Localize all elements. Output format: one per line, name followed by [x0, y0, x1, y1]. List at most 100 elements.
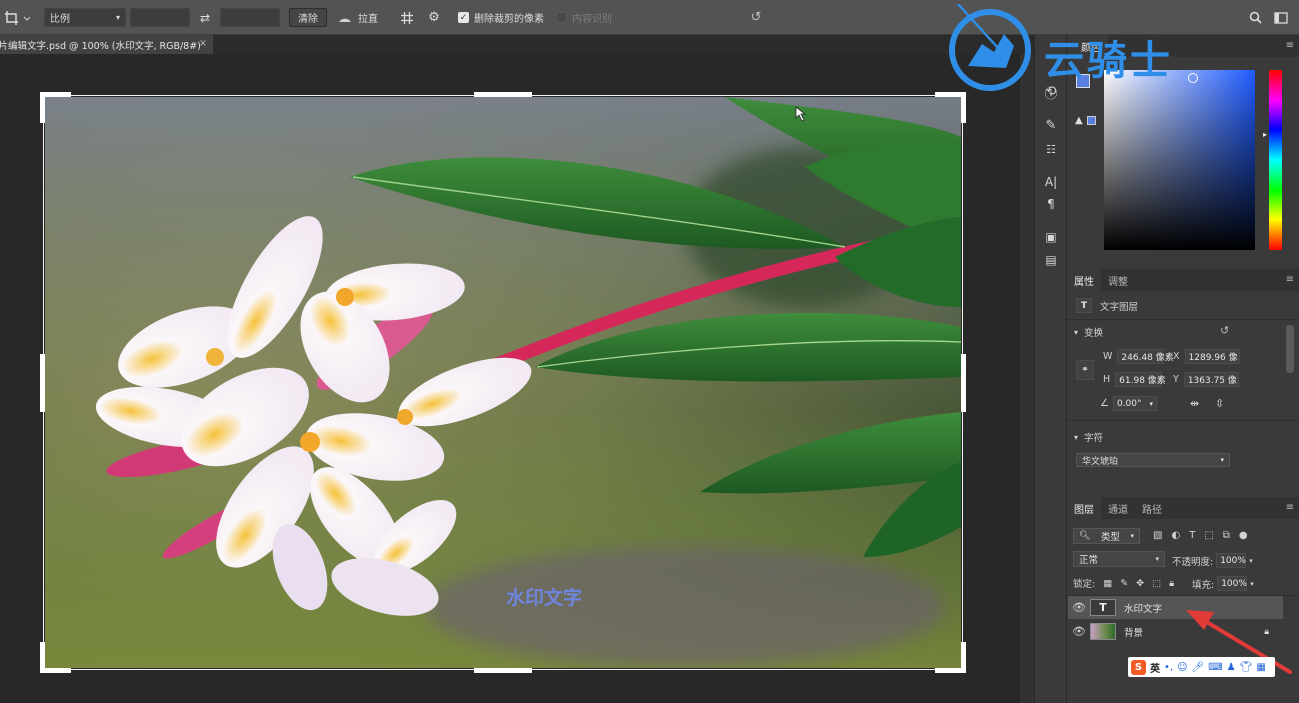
search-icon[interactable] — [1247, 8, 1263, 27]
microphone-icon[interactable]: 🎤︎ — [1192, 662, 1205, 673]
panel-scrollbar[interactable] — [1286, 325, 1294, 373]
angle-row: ∠ 0.00° ▾ — [1100, 396, 1157, 411]
font-family-value: 华文琥珀 — [1082, 456, 1119, 467]
content-aware-checkbox: 内容识别 — [556, 8, 626, 27]
link-icon[interactable]: ⚭ — [1076, 360, 1094, 380]
crop-frame[interactable] — [43, 95, 963, 670]
tab-adjustments[interactable]: 调整 — [1101, 269, 1135, 291]
angle-input[interactable]: 0.00° ▾ — [1112, 396, 1157, 411]
hue-slider-marker[interactable]: ▸ — [1263, 130, 1267, 139]
notes-icon[interactable]: ▤ — [1035, 250, 1067, 270]
fill-input[interactable]: 100% — [1217, 576, 1248, 591]
x-row: X 1289.96 像 — [1173, 349, 1240, 364]
tab-channels-label: 通道 — [1108, 504, 1128, 516]
crop-handle-top[interactable] — [474, 92, 532, 97]
toolbox-icon[interactable]: ▦ — [1256, 662, 1265, 673]
panel-menu-icon[interactable]: ≡ — [1286, 502, 1294, 513]
color-field[interactable] — [1104, 70, 1255, 250]
layer-filter-dropdown[interactable]: 🔍︎ 类型 ▾ — [1073, 528, 1140, 544]
ratio-width-input[interactable] — [130, 8, 190, 27]
shape-filter-icon[interactable]: ⬚ — [1204, 530, 1213, 541]
swap-icon[interactable]: ⇄ — [197, 8, 213, 27]
delete-cropped-checkbox[interactable]: ✓ 删除裁剪的像素 — [458, 8, 558, 27]
smart-object-filter-icon[interactable]: ⧉ — [1223, 530, 1230, 541]
adjustment-filter-icon[interactable]: ◐ — [1171, 530, 1180, 541]
lock-position-icon[interactable]: ✥ — [1136, 578, 1144, 589]
reset-icon[interactable]: ↺ — [748, 8, 764, 27]
crop-handle-top-right[interactable] — [935, 92, 966, 123]
character-section-header[interactable]: ▾ 字符 — [1074, 430, 1103, 445]
blend-mode-dropdown[interactable]: 正常 ▾ — [1073, 551, 1165, 567]
divider — [1067, 420, 1299, 421]
brush-icon[interactable]: ✎ — [1035, 115, 1067, 135]
tab-paths-label: 路径 — [1142, 504, 1162, 516]
x-label: X — [1173, 351, 1180, 362]
fill-row: 填充: 100% ▾ — [1192, 576, 1254, 591]
paragraph-icon[interactable]: ¶ — [1035, 194, 1067, 214]
watermark-logo: 云骑士 — [948, 3, 1248, 96]
panel-menu-icon[interactable]: ≡ — [1286, 40, 1294, 51]
tab-paths[interactable]: 路径 — [1135, 497, 1169, 519]
crop-handle-bottom[interactable] — [474, 668, 532, 673]
ratio-height-input[interactable] — [220, 8, 280, 27]
height-input[interactable]: 61.98 像素 — [1115, 372, 1166, 387]
crop-tool-icon[interactable] — [4, 8, 34, 27]
properties-panel-tabs: 属性 调整 ≡ — [1067, 269, 1299, 291]
chevron-down-icon[interactable]: ▾ — [1250, 580, 1254, 588]
chevron-down-icon: ▾ — [1155, 555, 1159, 563]
document-tab[interactable]: 图片编辑文字.psd @ 100% (水印文字, RGB/8#) × — [0, 35, 213, 54]
width-input[interactable]: 246.48 像素 — [1117, 349, 1174, 364]
tab-properties[interactable]: 属性 — [1067, 269, 1101, 291]
visibility-eye-icon[interactable]: 👁︎ — [1068, 601, 1090, 614]
canvas-scrollbar[interactable] — [1020, 54, 1034, 703]
crop-handle-bottom-left[interactable] — [40, 642, 71, 673]
lock-image-icon[interactable]: ✎ — [1120, 578, 1128, 589]
ratio-dropdown[interactable]: 比例 ▾ — [44, 8, 126, 27]
opacity-input[interactable]: 100% — [1216, 553, 1247, 568]
chevron-down-icon[interactable]: ▾ — [1249, 557, 1253, 565]
y-input[interactable]: 1363.75 像 — [1183, 372, 1239, 387]
transform-section-header[interactable]: ▾ 变换 — [1074, 325, 1103, 340]
sogou-logo-icon[interactable]: S — [1131, 659, 1146, 675]
ime-language-toggle[interactable]: 英 — [1150, 660, 1160, 675]
web-color-swatch[interactable] — [1087, 116, 1096, 125]
layers-panel-tabs: 图层 通道 路径 ≡ — [1067, 497, 1299, 519]
reset-transform-icon[interactable]: ↺ — [1220, 324, 1229, 337]
font-family-dropdown[interactable]: 华文琥珀 ▾ — [1076, 453, 1230, 467]
type-filter-icon[interactable]: T — [1189, 530, 1195, 541]
crop-handle-left[interactable] — [40, 354, 45, 412]
punctuation-icon[interactable]: •, — [1164, 662, 1173, 673]
grid-overlay-icon[interactable] — [399, 8, 415, 27]
lock-artboard-icon[interactable]: ⬚ — [1152, 578, 1161, 589]
x-input[interactable]: 1289.96 像 — [1184, 349, 1240, 364]
crop-handle-top-left[interactable] — [40, 92, 71, 123]
clear-button[interactable]: 清除 — [289, 8, 327, 27]
gear-icon[interactable]: ⚙ — [426, 8, 442, 27]
libraries-icon[interactable]: ▣ — [1035, 227, 1067, 247]
tab-channels[interactable]: 通道 — [1101, 497, 1135, 519]
tab-layers[interactable]: 图层 — [1067, 497, 1101, 519]
adjust-sliders-icon[interactable]: ☷ — [1035, 139, 1067, 159]
crop-handle-right[interactable] — [961, 354, 966, 412]
flip-horizontal-icon[interactable]: ⇹ — [1190, 397, 1199, 410]
close-icon[interactable]: × — [199, 38, 207, 49]
flip-vertical-icon[interactable]: ⇳ — [1215, 397, 1224, 410]
skin-icon[interactable]: 👕︎ — [1240, 662, 1253, 673]
filter-toggle-icon[interactable]: ● — [1239, 530, 1248, 541]
character-icon[interactable]: A| — [1035, 172, 1067, 192]
ratio-label: 比例 — [50, 14, 70, 25]
visibility-eye-icon[interactable]: 👁︎ — [1068, 625, 1090, 638]
lock-all-icon[interactable]: 🔒︎ — [1169, 578, 1174, 589]
layer-filter-icons: ▧ ◐ T ⬚ ⧉ ● — [1153, 530, 1248, 541]
keyboard-icon[interactable]: ⌨ — [1208, 662, 1222, 673]
straighten-button[interactable]: 拉直 — [337, 8, 385, 27]
workspace-icon[interactable] — [1270, 8, 1292, 27]
panel-menu-icon[interactable]: ≡ — [1286, 274, 1294, 285]
opacity-label: 不透明度: — [1172, 556, 1214, 568]
user-icon[interactable]: ♟ — [1227, 662, 1236, 673]
crop-handle-bottom-right[interactable] — [935, 642, 966, 673]
pixel-filter-icon[interactable]: ▧ — [1153, 530, 1162, 541]
emoji-icon[interactable]: ☺ — [1177, 662, 1187, 673]
lock-transparent-icon[interactable]: ▦ — [1103, 578, 1112, 589]
hue-slider[interactable]: ▸ — [1263, 70, 1282, 250]
